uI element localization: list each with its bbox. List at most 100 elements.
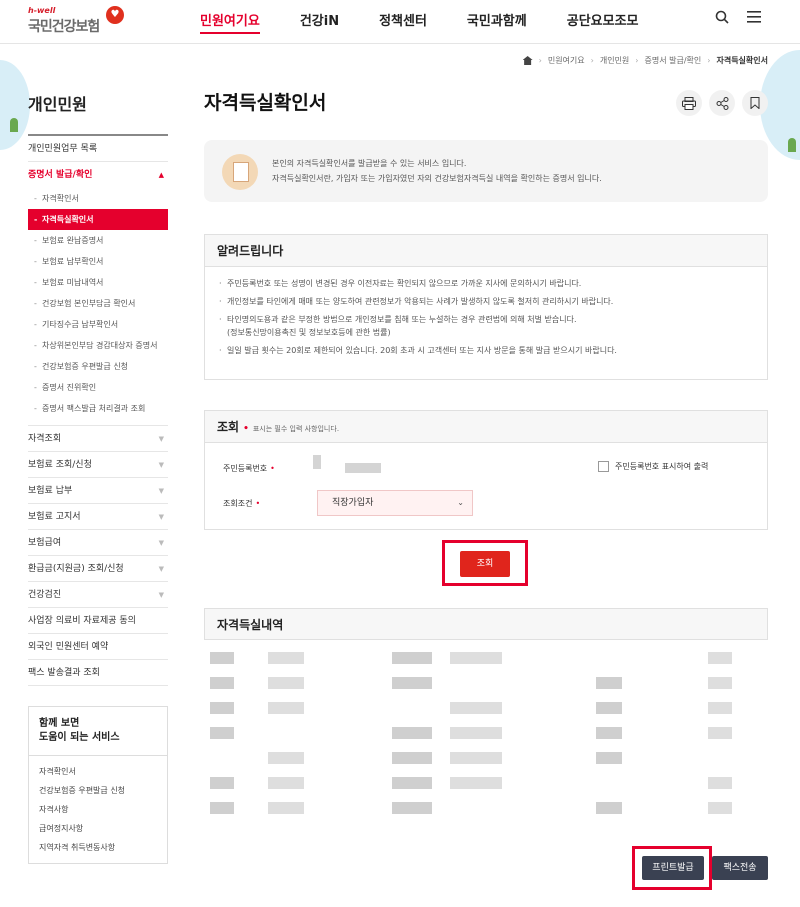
masked-value — [210, 652, 234, 664]
site-logo[interactable]: h-well 국민건강보험 ♥ — [28, 6, 128, 36]
masked-value — [450, 702, 502, 714]
sidebar-subitem[interactable]: 증명서 진위확인 — [32, 377, 168, 398]
masked-value — [450, 727, 502, 739]
result-title: 자격득실내역 — [204, 608, 768, 640]
masked-value — [596, 677, 622, 689]
breadcrumb-item[interactable]: 민원여기요 — [548, 55, 585, 66]
chevron-down-icon: ▼ — [158, 461, 164, 469]
sidebar-item-list[interactable]: 개인민원업무 목록 — [28, 136, 168, 162]
sidebar-item[interactable]: 팩스 발송결과 조회 — [28, 660, 168, 686]
sidebar: 개인민원 개인민원업무 목록 증명서 발급/확인 ▲ 자격확인서자격득실확인서보… — [28, 88, 168, 864]
sidebar-subitem[interactable]: 자격확인서 — [32, 188, 168, 209]
home-icon[interactable] — [522, 56, 533, 65]
sidebar-subitem[interactable]: 건강보험 본인부담금 확인서 — [32, 293, 168, 314]
sidebar-subitem[interactable]: 보험료 완납증명서 — [32, 230, 168, 251]
field-label-text: 주민등록번호 — [223, 464, 268, 473]
sidebar-item-label: 팩스 발송결과 조회 — [28, 668, 100, 678]
masked-value — [210, 677, 234, 689]
chevron-down-icon: ▼ — [158, 539, 164, 547]
notice-item: 개인정보를 타인에게 매매 또는 양도하여 관련정보가 악용되는 사례가 발생하… — [219, 295, 753, 308]
sidebar-subitem[interactable]: 차상위본인부담 경감대상자 증명서 — [32, 335, 168, 356]
masked-value — [392, 677, 432, 689]
sidebar-subitem[interactable]: 건강보험증 우편발급 신청 — [32, 356, 168, 377]
redacted-row — [204, 802, 768, 814]
masked-value — [268, 702, 304, 714]
intro-line: 본인의 자격득실확인서를 발급받을 수 있는 서비스 입니다. — [272, 159, 467, 168]
chevron-down-icon: ▼ — [158, 487, 164, 495]
checkbox-box[interactable] — [598, 461, 609, 472]
logo-tagline: h-well — [28, 6, 56, 15]
masked-value — [268, 752, 304, 764]
fax-send-button[interactable]: 팩스전송 — [712, 856, 768, 880]
related-service-link[interactable]: 지역자격 취득변동사항 — [39, 838, 157, 857]
service-intro: 본인의 자격득실확인서를 발급받을 수 있는 서비스 입니다. 자격득실확인서란… — [204, 140, 768, 202]
sidebar-item-label: 보험급여 — [28, 538, 62, 548]
sidebar-sublist: 자격확인서자격득실확인서보험료 완납증명서보험료 납부확인서보험료 미납내역서건… — [28, 188, 168, 426]
redacted-row — [204, 702, 768, 714]
notice-item: 타인명의도용과 같은 부정한 방법으로 개인정보를 침해 또는 누설하는 경우 … — [219, 313, 753, 326]
sidebar-item[interactable]: 외국인 민원센터 예약 — [28, 634, 168, 660]
select-value: 직장가입자 — [332, 498, 374, 508]
sidebar-item[interactable]: 환급금(지원금) 조회/신청 ▼ — [28, 556, 168, 582]
chevron-up-icon: ▲ — [158, 171, 164, 179]
related-service-link[interactable]: 자격사항 — [39, 800, 157, 819]
breadcrumb-item[interactable]: 개인민원 — [600, 55, 629, 66]
nav-item-together[interactable]: 국민과함께 — [467, 10, 527, 34]
search-icon[interactable] — [714, 10, 730, 26]
bookmark-icon[interactable] — [742, 90, 768, 116]
masked-value — [268, 802, 304, 814]
sidebar-item-certificates[interactable]: 증명서 발급/확인 ▲ — [28, 162, 168, 188]
sidebar-subitem[interactable]: 증명서 팩스발급 처리결과 조회 — [32, 398, 168, 419]
sidebar-subitem[interactable]: 보험료 납부확인서 — [32, 251, 168, 272]
required-mark: • — [243, 424, 249, 434]
print-issue-button[interactable]: 프린트발급 — [642, 856, 704, 880]
sidebar-item[interactable]: 보험급여 ▼ — [28, 530, 168, 556]
related-service-link[interactable]: 건강보험증 우편발급 신청 — [39, 781, 157, 800]
nav-item-minwon[interactable]: 민원여기요 — [200, 10, 260, 34]
sidebar-item[interactable]: 사업장 의료비 자료제공 동의 — [28, 608, 168, 634]
show-id-checkbox[interactable]: 주민등록번호 표시하여 출력 — [598, 461, 708, 472]
related-services-title: 함께 보면 도움이 되는 서비스 — [29, 707, 167, 756]
masked-value — [210, 702, 234, 714]
sidebar-item-label: 보험료 납부 — [28, 486, 73, 496]
masked-value — [450, 777, 502, 789]
notice-item: 일일 발급 횟수는 20회로 제한되어 있습니다. 20회 초과 시 고객센터 … — [219, 344, 753, 357]
share-icon[interactable] — [709, 90, 735, 116]
logo-text: 국민건강보험 — [28, 19, 100, 35]
related-service-link[interactable]: 자격확인서 — [39, 762, 157, 781]
result-section: 자격득실내역 — [204, 608, 768, 830]
sidebar-item[interactable]: 보험료 고지서 ▼ — [28, 504, 168, 530]
breadcrumb-item[interactable]: 증명서 발급/확인 — [645, 55, 702, 66]
sidebar-item-label: 외국인 민원센터 예약 — [28, 642, 109, 652]
sidebar-item-label: 사업장 의료비 자료제공 동의 — [28, 616, 136, 626]
notice-box: 알려드립니다 주민등록번호 또는 성명이 변경된 경우 이전자료는 확인되지 않… — [204, 234, 768, 380]
sidebar-subitem[interactable]: 자격득실확인서 — [28, 209, 168, 230]
sidebar-item[interactable]: 보험료 조회/신청 ▼ — [28, 452, 168, 478]
masked-value — [268, 652, 304, 664]
sidebar-item[interactable]: 보험료 납부 ▼ — [28, 478, 168, 504]
masked-value — [392, 777, 432, 789]
condition-label: 조회조건 • — [223, 498, 260, 509]
nav-item-health-in[interactable]: 건강iN — [300, 10, 339, 34]
sidebar-item[interactable]: 자격조회 ▼ — [28, 426, 168, 452]
site-header: h-well 국민건강보험 ♥ 민원여기요 건강iN 정책센터 국민과함께 공단… — [0, 0, 800, 44]
masked-value — [392, 802, 432, 814]
menu-icon[interactable] — [746, 10, 762, 26]
print-icon[interactable] — [676, 90, 702, 116]
related-service-link[interactable]: 급여정지사항 — [39, 819, 157, 838]
sidebar-subitem[interactable]: 기타징수금 납부확인서 — [32, 314, 168, 335]
related-services-list: 자격확인서 건강보험증 우편발급 신청 자격사항 급여정지사항 지역자격 취득변동사항 — [29, 756, 167, 863]
condition-select[interactable]: 직장가입자 ⌄ — [317, 490, 473, 516]
sidebar-item[interactable]: 건강검진 ▼ — [28, 582, 168, 608]
nav-item-about[interactable]: 공단요모조모 — [567, 10, 639, 34]
redacted-row — [204, 752, 768, 764]
sidebar-item-label: 보험료 조회/신청 — [28, 460, 92, 470]
search-button[interactable]: 조회 — [460, 551, 510, 577]
sidebar-subitem[interactable]: 보험료 미납내역서 — [32, 272, 168, 293]
chevron-down-icon: ▼ — [158, 435, 164, 443]
nav-item-policy[interactable]: 정책센터 — [379, 10, 427, 34]
related-services: 함께 보면 도움이 되는 서비스 자격확인서 건강보험증 우편발급 신청 자격사항 급… — [28, 706, 168, 864]
redacted-row — [204, 652, 768, 664]
main-nav: 민원여기요 건강iN 정책센터 국민과함께 공단요모조모 — [200, 10, 679, 34]
decor-tree — [10, 118, 18, 132]
